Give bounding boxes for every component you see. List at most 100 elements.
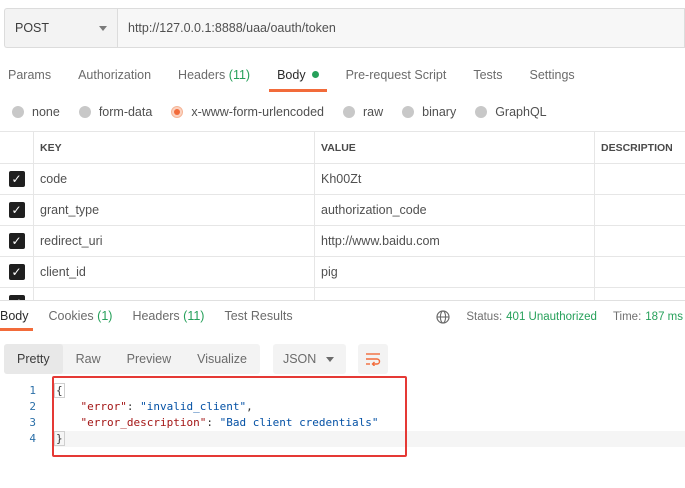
tab-tests-label: Tests bbox=[473, 68, 503, 82]
radio-urlencoded[interactable]: x-www-form-urlencoded bbox=[171, 105, 324, 119]
response-tab-headers-label: Headers bbox=[132, 309, 180, 323]
radio-circle-icon bbox=[78, 106, 91, 118]
format-preview-button[interactable]: Preview bbox=[114, 344, 184, 374]
method-label: POST bbox=[15, 21, 50, 35]
response-tab-headers[interactable]: Headers (11) bbox=[130, 303, 208, 331]
response-headers-count: (11) bbox=[183, 309, 205, 323]
checkbox-checked-icon[interactable]: ✓ bbox=[8, 171, 25, 187]
tab-authorization-label: Authorization bbox=[78, 68, 152, 82]
tab-settings[interactable]: Settings bbox=[522, 60, 583, 92]
checkbox-checked-icon[interactable]: ✓ bbox=[8, 233, 25, 249]
tab-settings-label: Settings bbox=[529, 68, 575, 82]
radio-raw-label: raw bbox=[363, 105, 384, 119]
row-description-input[interactable] bbox=[595, 164, 685, 194]
body-indicator-dot bbox=[311, 71, 319, 79]
radio-graphql[interactable]: GraphQL bbox=[475, 105, 547, 119]
radio-circle-icon bbox=[12, 106, 24, 118]
format-pretty-button[interactable]: Pretty bbox=[4, 344, 63, 374]
body-type-radios: none form-data x-www-form-urlencoded raw… bbox=[12, 102, 566, 122]
row-check-cell: ✓ bbox=[0, 195, 34, 225]
row-description-input[interactable] bbox=[595, 195, 685, 225]
response-tab-body[interactable]: Body bbox=[0, 303, 33, 331]
row-check-cell: ✓ bbox=[0, 164, 34, 194]
tab-prerequest-script[interactable]: Pre-request Script bbox=[338, 60, 455, 92]
highlight-annotation-box bbox=[52, 376, 407, 457]
table-row: ✓ grant_type authorization_code bbox=[0, 195, 685, 226]
radio-circle-icon bbox=[475, 106, 488, 118]
table-header: KEY VALUE DESCRIPTION bbox=[0, 132, 685, 164]
language-label: JSON bbox=[282, 352, 317, 366]
wrap-lines-icon bbox=[365, 353, 381, 366]
radio-binary-label: binary bbox=[422, 105, 457, 119]
method-select[interactable]: POST bbox=[4, 8, 117, 48]
tab-params-label: Params bbox=[8, 68, 52, 82]
radio-none-label: none bbox=[32, 105, 60, 119]
tab-body[interactable]: Body bbox=[269, 60, 327, 92]
row-check-cell: ✓ bbox=[0, 226, 34, 256]
format-visualize-button[interactable]: Visualize bbox=[184, 344, 260, 374]
radio-circle-icon bbox=[402, 106, 415, 118]
row-key-input[interactable]: code bbox=[34, 164, 315, 194]
tab-headers[interactable]: Headers (11) bbox=[170, 60, 258, 92]
cookies-count: (1) bbox=[97, 309, 113, 323]
tab-headers-label: Headers bbox=[178, 68, 226, 82]
response-tab-cookies-label: Cookies bbox=[48, 309, 94, 323]
row-check-cell: ✓ bbox=[0, 257, 34, 287]
line-number: 3 bbox=[29, 416, 36, 429]
header-value: VALUE bbox=[315, 132, 595, 163]
radio-binary[interactable]: binary bbox=[402, 105, 456, 119]
row-description-input[interactable] bbox=[595, 257, 685, 287]
radio-urlencoded-label: x-www-form-urlencoded bbox=[191, 105, 324, 119]
url-input[interactable]: http://127.0.0.1:8888/uaa/oauth/token bbox=[117, 8, 685, 48]
row-value-input[interactable]: authorization_code bbox=[315, 195, 595, 225]
status-label: Status: bbox=[466, 311, 503, 323]
table-row: ✓ client_id pig bbox=[0, 257, 685, 288]
response-toolbar: Pretty Raw Preview Visualize JSON bbox=[4, 344, 388, 374]
headers-count: (11) bbox=[228, 68, 251, 82]
row-value-input[interactable]: http://www.baidu.com bbox=[315, 226, 595, 256]
radio-form-data-label: form-data bbox=[98, 105, 153, 119]
wrap-lines-button[interactable] bbox=[357, 344, 388, 374]
header-description: DESCRIPTION bbox=[601, 141, 673, 154]
format-raw-button[interactable]: Raw bbox=[63, 344, 114, 374]
row-key-input[interactable]: redirect_uri bbox=[34, 226, 315, 256]
pane-divider[interactable] bbox=[0, 300, 685, 301]
line-number: 1 bbox=[29, 384, 36, 397]
line-number-gutter: 1 2 3 4 bbox=[0, 383, 40, 447]
header-key: KEY bbox=[34, 132, 315, 163]
request-bar: POST http://127.0.0.1:8888/uaa/oauth/tok… bbox=[4, 8, 685, 48]
row-key-input[interactable]: grant_type bbox=[34, 195, 315, 225]
language-select[interactable]: JSON bbox=[272, 344, 346, 374]
params-table: KEY VALUE DESCRIPTION ✓ code Kh00Zt ✓ gr… bbox=[0, 131, 685, 301]
radio-circle-icon bbox=[343, 106, 355, 118]
table-row: ✓ code Kh00Zt bbox=[0, 164, 685, 195]
tab-authorization[interactable]: Authorization bbox=[70, 60, 159, 92]
radio-none[interactable]: none bbox=[12, 105, 60, 119]
format-group: Pretty Raw Preview Visualize bbox=[4, 344, 260, 374]
status-value[interactable]: 401 Unauthorized bbox=[506, 311, 597, 323]
row-value-input[interactable]: pig bbox=[315, 257, 595, 287]
chevron-down-icon bbox=[99, 25, 107, 31]
header-check-cell bbox=[0, 132, 34, 163]
response-tab-cookies[interactable]: Cookies (1) bbox=[47, 303, 117, 331]
tab-tests[interactable]: Tests bbox=[465, 60, 510, 92]
radio-form-data[interactable]: form-data bbox=[78, 105, 153, 119]
time-label: Time: bbox=[612, 311, 642, 323]
radio-raw[interactable]: raw bbox=[343, 105, 383, 119]
time-value[interactable]: 187 ms bbox=[645, 311, 683, 323]
row-value-input[interactable]: Kh00Zt bbox=[315, 164, 595, 194]
response-tab-test-results[interactable]: Test Results bbox=[222, 303, 296, 331]
checkbox-checked-icon[interactable]: ✓ bbox=[8, 264, 25, 280]
chevron-down-icon bbox=[325, 356, 334, 362]
line-number: 4 bbox=[29, 432, 36, 445]
globe-icon[interactable] bbox=[436, 310, 450, 324]
tab-params[interactable]: Params bbox=[0, 60, 59, 92]
row-key-input[interactable]: client_id bbox=[34, 257, 315, 287]
response-status: Status: 401 Unauthorized Time: 187 ms bbox=[436, 303, 683, 331]
url-text: http://127.0.0.1:8888/uaa/oauth/token bbox=[128, 21, 336, 35]
response-tab-body-label: Body bbox=[0, 309, 29, 323]
response-tab-test-results-label: Test Results bbox=[224, 309, 293, 323]
row-description-input[interactable] bbox=[595, 226, 685, 256]
checkbox-checked-icon[interactable]: ✓ bbox=[8, 202, 25, 218]
request-tabs: Params Authorization Headers (11) Body P… bbox=[0, 60, 685, 92]
